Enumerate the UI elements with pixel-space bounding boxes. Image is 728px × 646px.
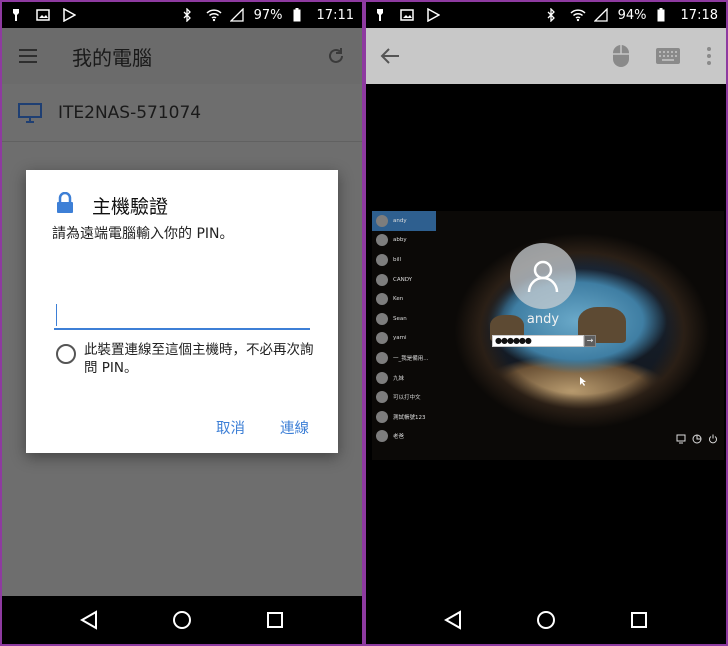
signal-icon [593,7,608,22]
cancel-button[interactable]: 取消 [216,417,245,438]
user-avatar-large [510,243,576,309]
page-title: 我的電腦 [72,45,152,70]
play-store-icon [62,7,77,23]
keyboard-icon[interactable] [656,48,680,64]
wifi-icon [570,8,586,22]
monitor-icon [18,102,42,123]
recents-nav-icon[interactable] [628,609,650,631]
navigation-bar [2,596,362,644]
user-list-item[interactable]: abby [372,231,436,251]
refresh-icon[interactable] [326,46,346,66]
status-bar: 97% 17:11 [2,2,362,28]
remember-pin-checkbox[interactable] [56,344,76,364]
gallery-icon [400,8,414,22]
text-cursor [56,304,57,326]
user-avatar-icon [376,273,388,286]
home-nav-icon[interactable] [535,609,557,631]
navigation-bar [366,596,726,644]
computer-list-item[interactable]: ITE2NAS-571074 [2,84,362,142]
bluetooth-icon [546,7,560,23]
wifi-icon [206,8,222,22]
gallery-icon [36,8,50,22]
status-bar: 94% 17:18 [366,2,726,28]
user-list-item[interactable]: 一_我是備用... [372,348,436,368]
user-avatar-icon [376,332,388,345]
user-avatar-icon [376,410,388,423]
user-avatar-icon [376,430,388,443]
recents-nav-icon[interactable] [264,609,286,631]
notification-icon [374,8,388,22]
user-list: andy abby bill CANDY Ken Sean yami 一_我是備… [372,211,436,446]
user-avatar-icon [376,253,388,266]
user-list-item[interactable]: 測試帳號123 [372,407,436,427]
dialog-message: 請為遠端電腦輸入你的 PIN。 [52,226,234,242]
home-nav-icon[interactable] [171,609,193,631]
user-avatar-icon [376,371,388,384]
user-avatar-icon [376,391,388,404]
ease-of-access-icon[interactable] [692,429,702,448]
clock: 17:11 [316,7,354,23]
user-list-item[interactable]: andy [372,211,436,231]
user-avatar-icon [376,293,388,306]
battery-icon [293,8,307,22]
user-list-item[interactable]: 可以打中文 [372,387,436,407]
user-silhouette-icon [526,259,560,293]
user-list-item[interactable]: Ken [372,289,436,309]
login-corner-icons [676,429,718,448]
user-avatar-icon [376,214,388,227]
right-phone-screen: 94% 17:18 andy abby bill CANDY Ken Sean … [366,2,726,644]
login-username: andy [526,312,560,327]
battery-percent: 97% [253,7,283,23]
remote-toolbar [366,28,726,84]
battery-icon [657,8,671,22]
user-list-item[interactable]: 九妹 [372,368,436,388]
signal-icon [229,7,244,22]
user-list-item[interactable]: yami [372,329,436,349]
computer-name: ITE2NAS-571074 [58,102,202,123]
user-list-item[interactable]: bill [372,250,436,270]
submit-arrow-icon[interactable]: → [584,335,596,347]
windows-login-screen: andy abby bill CANDY Ken Sean yami 一_我是備… [372,211,724,460]
user-list-item[interactable]: 老爸 [372,427,436,447]
dialog-title: 主機驗證 [92,196,169,218]
back-nav-icon[interactable] [78,609,100,631]
remote-desktop-area[interactable]: andy abby bill CANDY Ken Sean yami 一_我是備… [366,84,726,596]
menu-icon[interactable] [18,48,38,64]
power-icon[interactable] [708,429,718,448]
notification-icon [10,8,24,22]
connect-button[interactable]: 連線 [280,417,309,438]
left-phone-screen: 97% 17:11 我的電腦 ITE2NAS-571074 主機驗證 請為遠端電… [2,2,362,644]
screenshot-frame: 97% 17:11 我的電腦 ITE2NAS-571074 主機驗證 請為遠端電… [0,0,728,646]
network-icon[interactable] [676,429,686,448]
back-arrow-icon[interactable] [380,47,400,65]
mouse-pointer-icon [580,371,586,390]
back-nav-icon[interactable] [442,609,464,631]
battery-percent: 94% [617,7,647,23]
app-bar: 我的電腦 [2,28,362,84]
bluetooth-icon [182,7,196,23]
pin-input[interactable] [54,302,310,330]
play-store-icon [426,7,441,23]
more-vert-icon[interactable] [706,46,712,66]
user-avatar-icon [376,351,388,364]
user-avatar-icon [376,234,388,247]
host-verification-dialog: 主機驗證 請為遠端電腦輸入你的 PIN。 此裝置連線至這個主機時，不必再次詢問 … [26,170,338,453]
password-field[interactable]: ●●●●●● [492,335,584,347]
user-list-item[interactable]: CANDY [372,270,436,290]
mouse-icon[interactable] [612,44,630,68]
clock: 17:18 [680,7,718,23]
lock-icon [56,191,74,218]
remember-pin-label: 此裝置連線至這個主機時，不必再次詢問 PIN。 [84,342,314,376]
